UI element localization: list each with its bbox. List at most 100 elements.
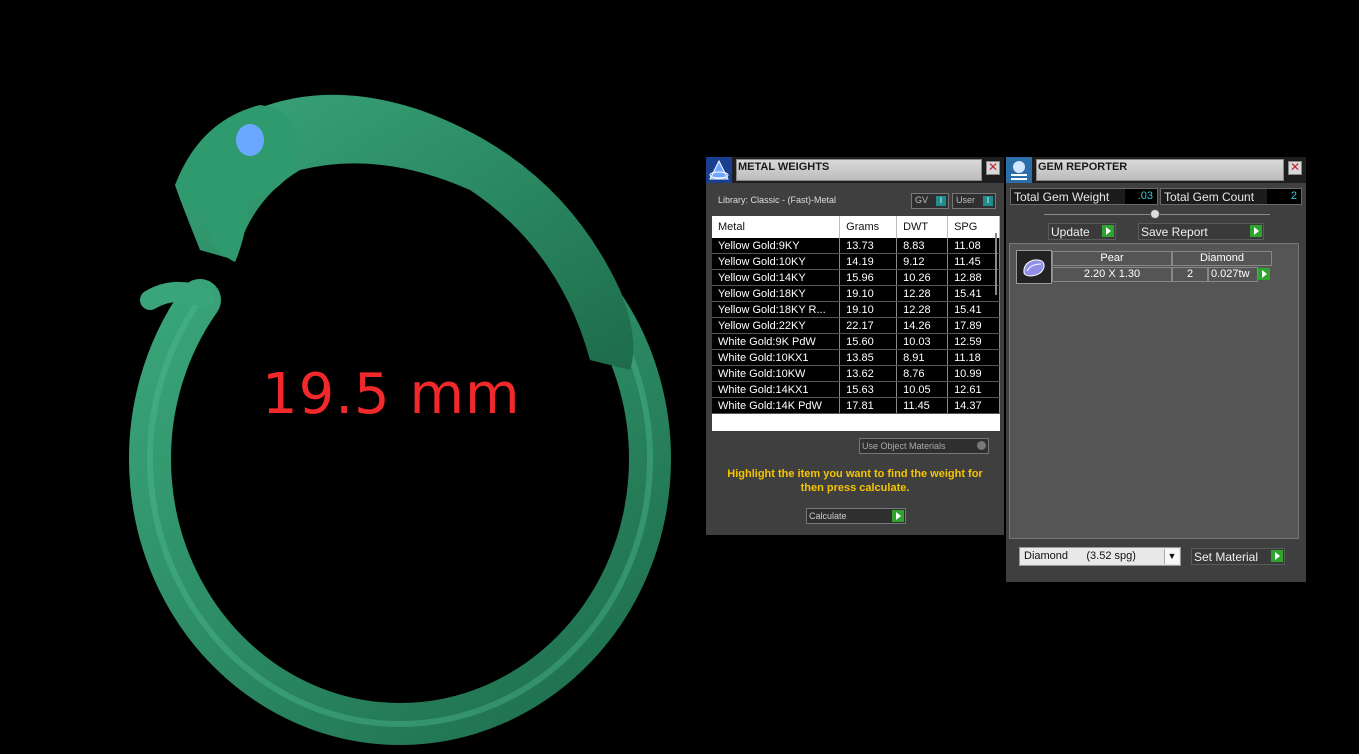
- total-gem-weight-value: .03: [1125, 189, 1157, 204]
- update-label: Update: [1051, 225, 1090, 239]
- library-label: Library: Classic - (Fast)-Metal: [718, 195, 837, 205]
- table-cell: White Gold:14K PdW: [712, 397, 841, 414]
- gem-weight: 0.027tw: [1208, 267, 1258, 282]
- table-cell: 10.05: [896, 381, 949, 398]
- table-cell: Yellow Gold:18KY: [712, 285, 841, 302]
- set-material-label: Set Material: [1194, 550, 1259, 564]
- table-row[interactable]: Yellow Gold:9KY 13.73 8.83 11.08: [712, 238, 1000, 254]
- user-label: User: [956, 195, 976, 205]
- gem-list: Pear Diamond 2.20 X 1.30 2 0.027tw: [1009, 243, 1299, 539]
- metal-weights-logo-icon: [706, 157, 732, 183]
- gem-reporter-panel: GEM REPORTER ✕ Total Gem Weight .03 Tota…: [1006, 157, 1306, 582]
- slider-handle[interactable]: [1150, 209, 1160, 219]
- table-cell: Yellow Gold:10KY: [712, 253, 841, 270]
- material-select[interactable]: Diamond (3.52 spg) ▼: [1019, 547, 1181, 566]
- table-row[interactable]: Yellow Gold:10KY 14.19 9.12 11.45: [712, 253, 1000, 270]
- metal-weights-titlebar[interactable]: METAL WEIGHTS ✕: [706, 157, 1004, 183]
- table-cell: 12.59: [947, 333, 1000, 350]
- table-cell: 15.60: [839, 333, 898, 350]
- table-cell: 10.26: [896, 269, 949, 286]
- play-arrow-icon[interactable]: [1258, 268, 1270, 280]
- gem-count: 2: [1172, 267, 1208, 282]
- table-cell: Yellow Gold:22KY: [712, 317, 841, 334]
- table-cell: 13.73: [839, 238, 898, 254]
- user-toggle[interactable]: User I: [952, 193, 996, 209]
- column-header[interactable]: DWT: [896, 216, 949, 238]
- table-cell: White Gold:14KX1: [712, 381, 841, 398]
- gem-reporter-titlebar[interactable]: GEM REPORTER ✕: [1006, 157, 1306, 183]
- table-row[interactable]: Yellow Gold:18KY R... 19.10 12.28 15.41: [712, 301, 1000, 318]
- table-row[interactable]: White Gold:10KW 13.62 8.76 10.99: [712, 365, 1000, 382]
- update-button[interactable]: Update: [1048, 223, 1116, 240]
- chevron-down-icon: ▼: [1164, 549, 1179, 564]
- table-cell: 10.99: [947, 365, 1000, 382]
- metal-weights-panel: METAL WEIGHTS ✕ Library: Classic - (Fast…: [706, 157, 1004, 535]
- table-cell: 12.28: [896, 285, 949, 302]
- table-cell: 14.19: [839, 253, 898, 270]
- table-cell: 19.10: [839, 285, 898, 302]
- table-cell: 11.45: [947, 253, 1000, 270]
- total-gem-weight-label: Total Gem Weight: [1014, 190, 1110, 204]
- table-row[interactable]: Yellow Gold:18KY 19.10 12.28 15.41: [712, 285, 1000, 302]
- use-object-materials-checkbox[interactable]: Use Object Materials: [859, 438, 989, 454]
- close-icon[interactable]: ✕: [986, 161, 1000, 175]
- table-cell: 10.03: [896, 333, 949, 350]
- column-header[interactable]: Metal: [712, 216, 841, 238]
- table-row[interactable]: White Gold:10KX1 13.85 8.91 11.18: [712, 349, 1000, 366]
- table-cell: 15.41: [947, 301, 1000, 318]
- column-header[interactable]: SPG: [947, 216, 1000, 238]
- table-cell: 17.81: [839, 397, 898, 414]
- table-row[interactable]: White Gold:14KX1 15.63 10.05 12.61: [712, 381, 1000, 398]
- close-icon[interactable]: ✕: [1288, 161, 1302, 175]
- calculate-label: Calculate: [809, 511, 847, 521]
- table-row[interactable]: White Gold:9K PdW 15.60 10.03 12.59: [712, 333, 1000, 350]
- total-gem-count-field: Total Gem Count 2: [1160, 188, 1302, 205]
- set-material-button[interactable]: Set Material: [1191, 548, 1285, 565]
- 3d-viewport[interactable]: 19.5 mm: [0, 0, 700, 749]
- measurement-label: 19.5 mm: [262, 362, 521, 427]
- table-cell: 22.17: [839, 317, 898, 334]
- gv-toggle[interactable]: GV I: [911, 193, 949, 209]
- total-gem-weight-field: Total Gem Weight .03: [1010, 188, 1158, 205]
- gem-material: Diamond: [1172, 251, 1272, 266]
- material-select-value: Diamond (3.52 spg): [1024, 550, 1136, 562]
- calculate-button[interactable]: Calculate: [806, 508, 906, 524]
- table-cell: 14.37: [947, 397, 1000, 414]
- table-cell: 13.85: [839, 349, 898, 366]
- table-cell: 8.91: [896, 349, 949, 366]
- gem-eye: [236, 124, 264, 156]
- table-cell: White Gold:10KW: [712, 365, 841, 382]
- toggle-switch-icon: I: [936, 196, 946, 206]
- table-cell: 15.41: [947, 285, 1000, 302]
- play-arrow-icon: [1250, 225, 1262, 237]
- table-row[interactable]: Yellow Gold:22KY 22.17 14.26 17.89: [712, 317, 1000, 334]
- table-row[interactable]: White Gold:14K PdW 17.81 11.45 14.37: [712, 397, 1000, 414]
- table-cell: 12.28: [896, 301, 949, 318]
- table-cell: 12.88: [947, 269, 1000, 286]
- table-cell: Yellow Gold:18KY R...: [712, 301, 841, 318]
- gem-reporter-logo-icon: [1006, 157, 1032, 183]
- table-cell: White Gold:9K PdW: [712, 333, 841, 350]
- vertical-scrollbar[interactable]: [995, 233, 997, 295]
- table-cell: 11.18: [947, 349, 1000, 366]
- table-cell: 13.62: [839, 365, 898, 382]
- save-report-label: Save Report: [1141, 225, 1208, 239]
- gem-reporter-title: GEM REPORTER: [1036, 159, 1284, 181]
- table-cell: 15.96: [839, 269, 898, 286]
- table-cell: 19.10: [839, 301, 898, 318]
- save-report-button[interactable]: Save Report: [1138, 223, 1264, 240]
- table-cell: 11.08: [947, 238, 1000, 254]
- table-cell: 12.61: [947, 381, 1000, 398]
- table-cell: 14.26: [896, 317, 949, 334]
- total-gem-count-label: Total Gem Count: [1164, 190, 1255, 204]
- column-header[interactable]: Grams: [839, 216, 898, 238]
- toggle-switch-icon: I: [983, 196, 993, 206]
- table-cell: Yellow Gold:9KY: [712, 238, 841, 254]
- pear-gem-icon: [1016, 250, 1052, 284]
- table-row[interactable]: Yellow Gold:14KY 15.96 10.26 12.88: [712, 269, 1000, 286]
- play-arrow-icon: [892, 510, 904, 522]
- play-arrow-icon: [1102, 225, 1114, 237]
- play-arrow-icon: [1271, 550, 1283, 562]
- table-cell: 17.89: [947, 317, 1000, 334]
- table-cell: 15.63: [839, 381, 898, 398]
